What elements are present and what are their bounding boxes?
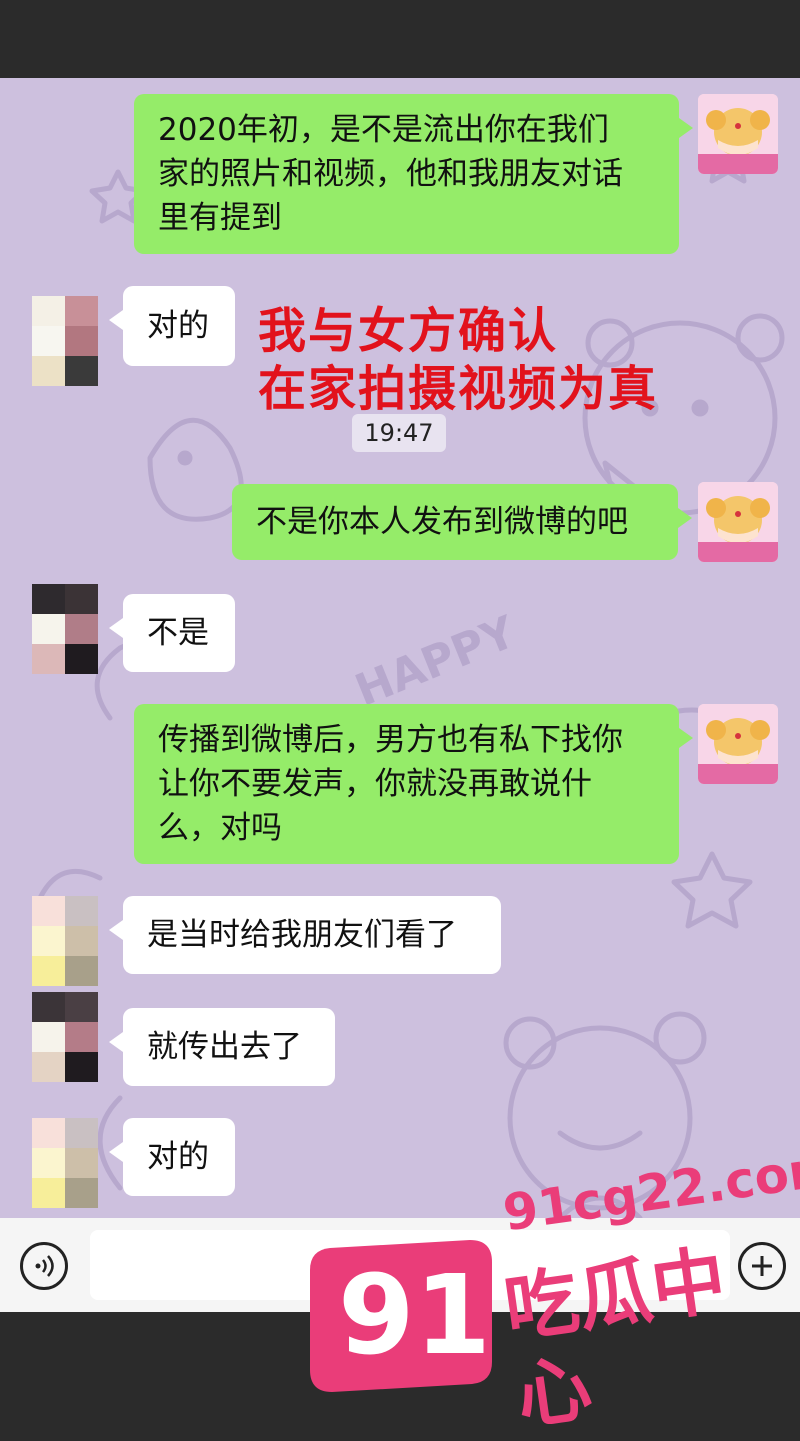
message-text-3: 不是你本人发布到微博的吧 (256, 504, 628, 540)
annotation-line-1: 我与女方确认 (258, 303, 559, 359)
my-avatar[interactable] (698, 704, 778, 784)
contact-avatar-blurred[interactable] (32, 896, 98, 986)
message-bubble-3[interactable]: 不是你本人发布到微博的吧 (232, 484, 692, 560)
my-avatar[interactable] (698, 482, 778, 562)
message-text-8: 对的 (147, 1139, 209, 1175)
contact-avatar-blurred[interactable] (32, 296, 98, 386)
message-text-6: 是当时给我朋友们看了 (147, 917, 457, 953)
contact-avatar-blurred[interactable] (32, 992, 98, 1082)
top-bar (0, 0, 800, 78)
wallpaper-text: HAPPY (348, 606, 523, 716)
message-text-1: 2020年初，是不是流出你在我们 家的照片和视频，他和我朋友对话 里有提到 (158, 112, 623, 236)
avatar-illustration-icon (698, 94, 778, 174)
my-avatar[interactable] (698, 94, 778, 174)
voice-button[interactable] (20, 1242, 68, 1290)
watermark-name: 吃瓜中心 (499, 1237, 732, 1441)
message-bubble-1[interactable]: 2020年初，是不是流出你在我们 家的照片和视频，他和我朋友对话 里有提到 (134, 94, 693, 254)
site-watermark: 91 91cg22.com 吃瓜中心 (300, 1138, 800, 1440)
message-bubble-7[interactable]: 就传出去了 (109, 1008, 335, 1086)
message-bubble-6[interactable]: 是当时给我朋友们看了 (109, 896, 501, 974)
message-bubble-8[interactable]: 对的 (109, 1118, 235, 1196)
voice-icon (35, 1255, 54, 1277)
red-annotation: 我与女方确认 在家拍摄视频为真 (258, 302, 658, 418)
message-bubble-2[interactable]: 对的 (109, 286, 235, 366)
message-bubble-4[interactable]: 不是 (109, 594, 235, 672)
watermark-number: 91 (338, 1251, 492, 1379)
annotation-line-2: 在家拍摄视频为真 (258, 361, 659, 417)
message-text-2: 对的 (147, 308, 209, 344)
message-bubble-5[interactable]: 传播到微博后，男方也有私下找你 让你不要发声，你就没再敢说什 么，对吗 (134, 704, 693, 864)
message-text-4: 不是 (147, 615, 209, 651)
avatar-illustration-icon (698, 482, 778, 562)
watermark-domain: 91cg22.com (499, 1137, 800, 1243)
message-text-5: 传播到微博后，男方也有私下找你 让你不要发声，你就没再敢说什 么，对吗 (158, 722, 623, 846)
avatar-illustration-icon (698, 704, 778, 784)
message-timestamp: 19:47 (352, 414, 446, 452)
message-text-7: 就传出去了 (147, 1029, 302, 1065)
chat-area[interactable]: HAPPY 2020年初，是不是流出你在我们 家的照片和视频，他和我朋友对话 里… (0, 78, 800, 1218)
contact-avatar-blurred[interactable] (32, 1118, 98, 1208)
contact-avatar-blurred[interactable] (32, 584, 98, 674)
